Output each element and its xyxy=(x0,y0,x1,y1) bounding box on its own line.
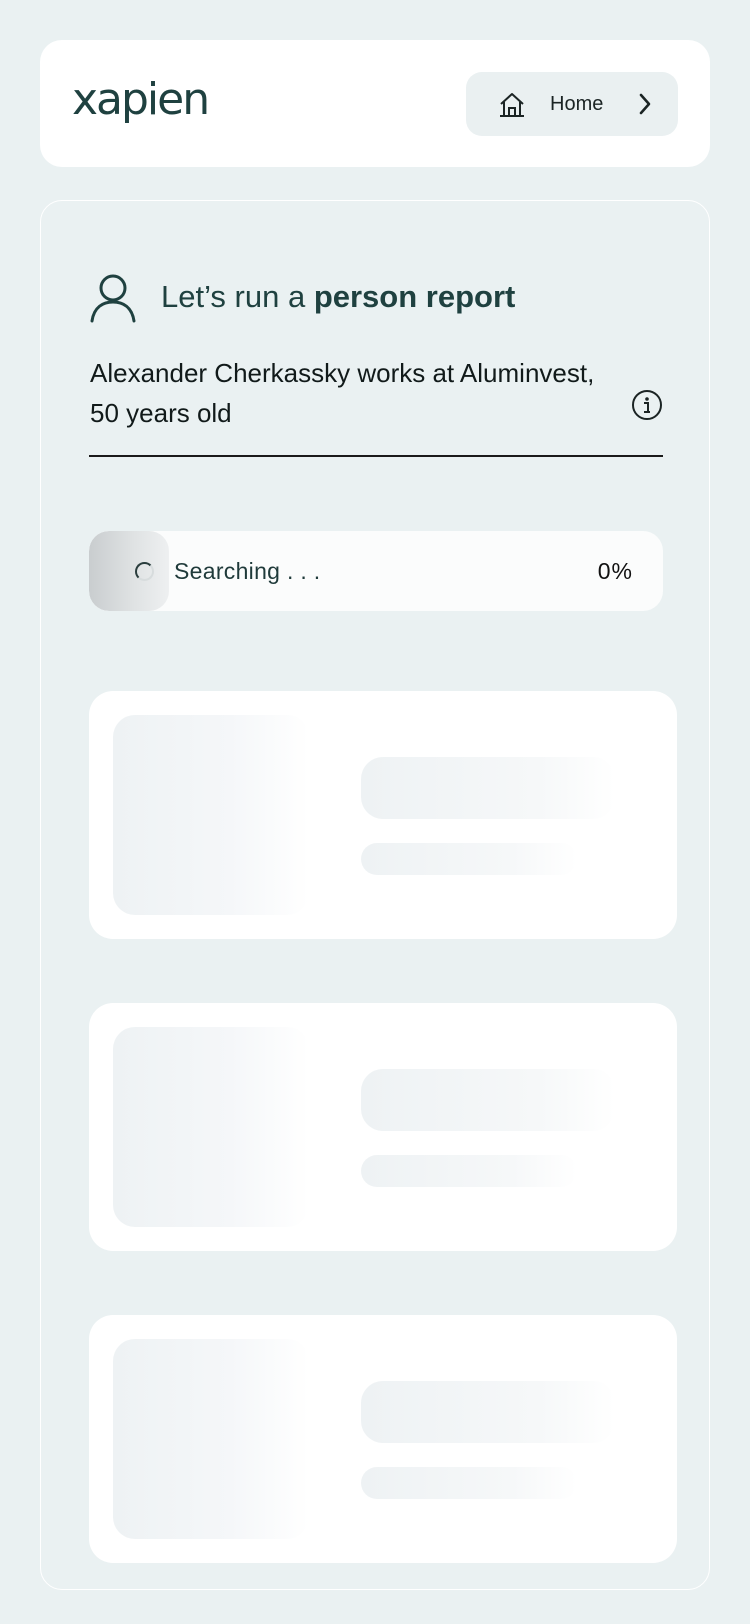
skeleton-thumbnail xyxy=(113,1027,309,1227)
skeleton-line xyxy=(361,1155,577,1187)
skeleton-line xyxy=(361,757,615,819)
skeleton-thumbnail xyxy=(113,715,309,915)
search-progress-bar: Searching . . . 0% xyxy=(89,531,663,611)
progress-label: Searching . . . xyxy=(174,558,321,584)
info-icon[interactable] xyxy=(631,389,663,421)
chevron-right-icon xyxy=(639,93,651,115)
xapien-logo[interactable]: xapien xyxy=(72,78,210,122)
home-icon xyxy=(500,93,524,117)
progress-fill xyxy=(89,531,169,611)
person-icon xyxy=(90,274,136,323)
title-prefix: Let’s run a xyxy=(161,279,314,314)
skeleton-line xyxy=(361,1467,577,1499)
progress-percent: 0% xyxy=(597,558,633,584)
skeleton-line xyxy=(361,843,577,875)
skeleton-card xyxy=(89,691,677,939)
query-underline xyxy=(89,455,663,457)
report-panel: Let’s run a person report Alexander Cher… xyxy=(40,200,710,1590)
page-title: Let’s run a person report xyxy=(161,279,515,315)
skeleton-card xyxy=(89,1315,677,1563)
skeleton-thumbnail xyxy=(113,1339,309,1539)
home-button[interactable]: Home xyxy=(466,72,678,136)
skeleton-line xyxy=(361,1381,615,1443)
title-bold: person report xyxy=(313,279,516,314)
skeleton-line xyxy=(361,1069,615,1131)
loading-spinner-icon xyxy=(135,562,154,581)
skeleton-card xyxy=(89,1003,677,1251)
home-button-label: Home xyxy=(550,93,604,115)
search-query-text[interactable]: Alexander Cherkassky works at Aluminvest… xyxy=(90,353,610,433)
app-header: xapien Home xyxy=(40,40,710,167)
